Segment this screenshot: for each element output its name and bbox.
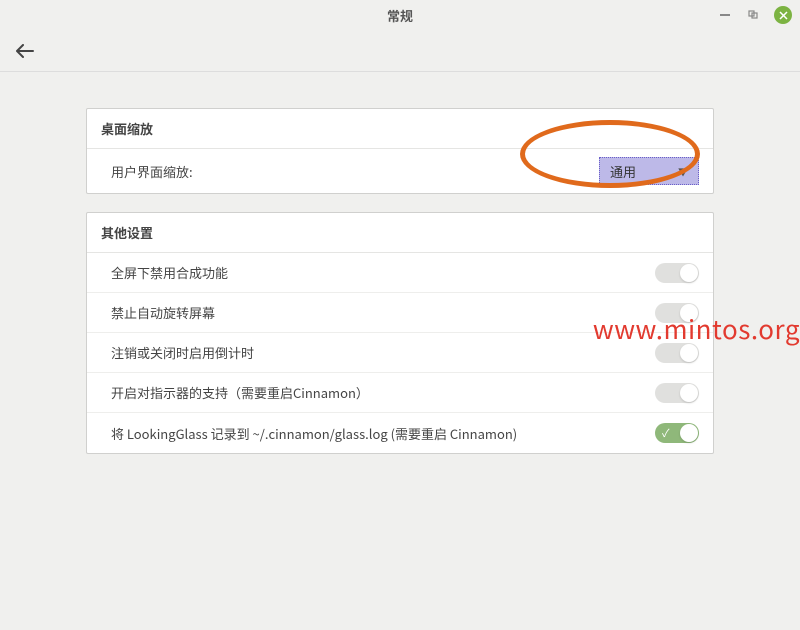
row-indicator-support: 开启对指示器的支持（需要重启Cinnamon） × [87, 373, 713, 413]
scaling-dropdown[interactable]: 通用 ▼ [599, 157, 699, 185]
toggle-knob [680, 344, 698, 362]
toggle-knob [680, 384, 698, 402]
section-desktop-scaling: 桌面缩放 用户界面缩放: 通用 ▼ [86, 108, 714, 194]
row-label: 用户界面缩放: [111, 162, 193, 181]
close-button[interactable] [774, 6, 792, 24]
row-disable-auto-rotate: 禁止自动旋转屏幕 × [87, 293, 713, 333]
window-controls [718, 6, 792, 24]
toggle-indicator[interactable]: × [655, 383, 699, 403]
toggle-knob [680, 304, 698, 322]
toolbar [0, 30, 800, 72]
row-label: 开启对指示器的支持（需要重启Cinnamon） [111, 383, 369, 402]
window-title: 常规 [387, 6, 413, 25]
toggle-lookingglass[interactable]: ✓ [655, 423, 699, 443]
check-icon: ✓ [662, 425, 670, 441]
toggle-countdown[interactable]: × [655, 343, 699, 363]
content-area: 桌面缩放 用户界面缩放: 通用 ▼ 其他设置 全屏下禁用合成功能 × 禁止自动旋… [0, 72, 800, 454]
row-label: 注销或关闭时启用倒计时 [111, 343, 254, 362]
row-lookingglass-log: 将 LookingGlass 记录到 ~/.cinnamon/glass.log… [87, 413, 713, 453]
row-label: 将 LookingGlass 记录到 ~/.cinnamon/glass.log… [111, 424, 517, 443]
row-label: 禁止自动旋转屏幕 [111, 303, 215, 322]
minimize-button[interactable] [718, 8, 732, 22]
section-header: 桌面缩放 [87, 109, 713, 149]
back-button[interactable] [16, 39, 34, 63]
toggle-knob [680, 264, 698, 282]
toggle-knob [680, 424, 698, 442]
toggle-disable-compositing[interactable]: × [655, 263, 699, 283]
maximize-button[interactable] [746, 8, 760, 22]
row-ui-scaling: 用户界面缩放: 通用 ▼ [87, 149, 713, 193]
section-header: 其他设置 [87, 213, 713, 253]
titlebar: 常规 [0, 0, 800, 30]
row-label: 全屏下禁用合成功能 [111, 263, 228, 282]
toggle-disable-rotate[interactable]: × [655, 303, 699, 323]
dropdown-value: 通用 [610, 162, 636, 181]
chevron-down-icon: ▼ [678, 164, 688, 179]
row-logout-countdown: 注销或关闭时启用倒计时 × [87, 333, 713, 373]
section-other-settings: 其他设置 全屏下禁用合成功能 × 禁止自动旋转屏幕 × 注销或关闭时启用倒计时 … [86, 212, 714, 454]
row-disable-compositing-fullscreen: 全屏下禁用合成功能 × [87, 253, 713, 293]
